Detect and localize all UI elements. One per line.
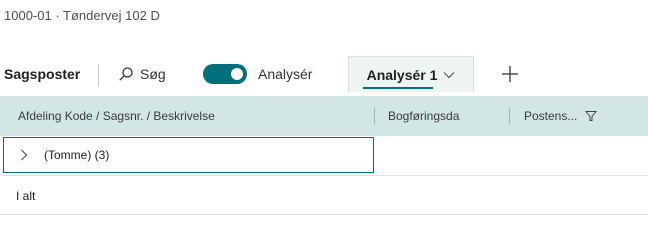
column-header-posting-date[interactable]: Bogføringsda	[388, 96, 459, 136]
analyse-label: Analysér	[258, 66, 313, 82]
toggle-track	[203, 64, 247, 84]
toolbar: Sagsposter Søg Analysér Analysér 1	[0, 56, 648, 92]
column-header-entry[interactable]: Postens...	[524, 96, 598, 136]
search-button[interactable]: Søg	[118, 56, 166, 92]
chevron-right-icon[interactable]	[20, 149, 28, 161]
tab-underline	[363, 87, 433, 89]
page-title: Sagsposter	[4, 66, 81, 82]
total-row: I alt	[0, 176, 648, 215]
toggle-knob	[231, 68, 243, 80]
grid-header: Afdeling Kode / Sagsnr. / Beskrivelse Bo…	[0, 96, 648, 136]
tab-label: Analysér 1	[366, 66, 438, 83]
column-separator	[509, 108, 510, 124]
add-tab-button[interactable]	[500, 56, 520, 92]
toolbar-divider	[98, 64, 99, 86]
column-header-department[interactable]: Afdeling Kode / Sagsnr. / Beskrivelse	[18, 96, 215, 136]
chevron-down-icon	[443, 71, 455, 78]
filter-icon[interactable]	[585, 110, 598, 122]
group-row-cell[interactable]: (Tomme) (3)	[3, 137, 374, 173]
group-row-label: (Tomme) (3)	[44, 148, 110, 162]
breadcrumb: 1000-01 · Tøndervej 102 D	[4, 8, 160, 23]
analyse-toggle[interactable]	[203, 56, 247, 92]
tab-analyse-1[interactable]: Analysér 1	[348, 56, 474, 92]
column-separator	[374, 108, 375, 124]
search-icon	[119, 67, 133, 81]
search-label: Søg	[140, 66, 166, 82]
total-row-label: I alt	[16, 189, 36, 203]
table-row: (Tomme) (3)	[0, 137, 648, 176]
plus-icon	[502, 66, 518, 82]
column-header-entry-label: Postens...	[524, 109, 578, 123]
